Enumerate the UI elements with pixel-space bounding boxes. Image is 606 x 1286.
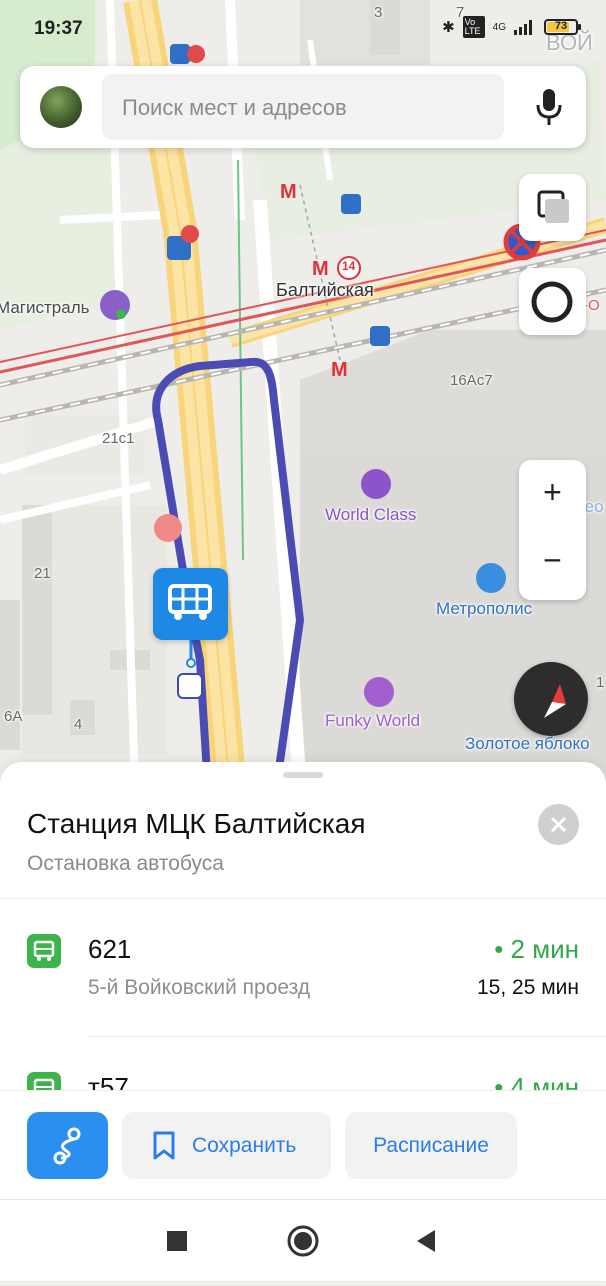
- house-number-label: 4: [74, 716, 83, 733]
- build-route-button[interactable]: [27, 1112, 108, 1179]
- stop-title: Станция МЦК Балтийская: [27, 808, 366, 839]
- bluetooth-icon: ✱: [442, 19, 455, 36]
- map-layers-button[interactable]: [519, 174, 586, 241]
- save-label: Сохранить: [192, 1134, 297, 1157]
- search-input[interactable]: Поиск мест и адресов: [102, 74, 504, 140]
- save-button[interactable]: Сохранить: [122, 1112, 331, 1179]
- compass-button[interactable]: [514, 662, 588, 736]
- metro-line-number: 14: [342, 259, 356, 273]
- route-icon: [53, 1127, 81, 1165]
- stop-subtitle: Остановка автобуса: [27, 852, 224, 875]
- close-icon: [550, 816, 567, 833]
- route-number: 621: [88, 934, 132, 964]
- sheet-drag-handle[interactable]: [283, 772, 323, 778]
- svg-text:M: M: [280, 181, 297, 203]
- status-time: 19:37: [34, 18, 83, 39]
- search-bar: Поиск мест и адресов: [20, 66, 586, 148]
- bus-icon: [27, 934, 61, 968]
- route-next-arrivals: 15, 25 мин: [477, 976, 579, 999]
- house-number-label: 21: [34, 565, 51, 582]
- house-number-label: 6А: [4, 708, 23, 725]
- svg-text:M: M: [331, 359, 348, 381]
- zoom-in-button[interactable]: +: [519, 460, 586, 528]
- route-eta: • 4 мин: [494, 1072, 579, 1090]
- route-row[interactable]: т57 • 4 мин: [0, 1060, 606, 1090]
- microphone-icon[interactable]: [534, 87, 564, 127]
- compass-icon: [544, 684, 566, 718]
- layers-icon: [537, 190, 569, 223]
- close-button[interactable]: [538, 804, 579, 845]
- recents-icon[interactable]: [167, 1231, 187, 1251]
- bookmark-icon: [153, 1131, 175, 1160]
- poi-label-metropolis[interactable]: Метрополис: [436, 599, 532, 619]
- zoom-in-label: +: [543, 474, 562, 510]
- divider: [0, 898, 606, 899]
- network-type: 4G: [492, 21, 506, 33]
- system-navigation-bar: [0, 1199, 606, 1281]
- selected-bus-stop-marker[interactable]: [153, 568, 228, 640]
- route-row[interactable]: 621 5-й Войковский проезд • 2 мин 15, 25…: [0, 922, 606, 1012]
- status-icons: ✱ Vo LTE 4G 73: [442, 16, 581, 38]
- bus-icon: [27, 1072, 61, 1090]
- house-number-label: 21с1: [102, 430, 135, 447]
- house-number-label: 1: [596, 674, 605, 691]
- schedule-label: Расписание: [373, 1134, 489, 1157]
- poi-label-funky-world[interactable]: Funky World: [325, 711, 420, 731]
- poi-label-magistral: Магистраль: [0, 298, 90, 317]
- avatar[interactable]: [40, 86, 82, 128]
- route-number: т57: [88, 1072, 129, 1090]
- search-placeholder: Поиск мест и адресов: [122, 95, 347, 120]
- route-eta: • 2 мин: [494, 934, 579, 964]
- alice-icon: [531, 281, 573, 323]
- bus-stop-icon: [168, 584, 212, 620]
- zoom-out-label: −: [543, 542, 562, 578]
- volte-icon: Vo LTE: [462, 16, 485, 38]
- battery-level: 73: [554, 20, 568, 32]
- divider: [88, 1036, 606, 1037]
- nav-buttons: [167, 1225, 435, 1257]
- schedule-button[interactable]: Расписание: [345, 1112, 517, 1179]
- zoom-controls: + −: [519, 460, 586, 600]
- status-bar: 19:37 ✱ Vo LTE 4G 73: [0, 0, 606, 58]
- svg-text:M: M: [312, 258, 329, 280]
- poi-label-zolotoe-yabloko[interactable]: Золотое яблоко: [465, 734, 590, 754]
- zoom-out-button[interactable]: −: [519, 532, 586, 600]
- signal-icon: [514, 20, 532, 35]
- route-direction: 5-й Войковский проезд: [88, 976, 311, 999]
- back-icon[interactable]: [417, 1230, 435, 1252]
- action-bar: Сохранить Расписание: [0, 1090, 606, 1199]
- battery-icon: 73: [544, 19, 581, 35]
- house-number-label: 16Ас7: [450, 372, 493, 389]
- voice-assistant-button[interactable]: [519, 268, 586, 335]
- station-label-baltiyskaya: Балтийская: [276, 280, 374, 300]
- poi-label-world-class[interactable]: World Class: [325, 505, 416, 525]
